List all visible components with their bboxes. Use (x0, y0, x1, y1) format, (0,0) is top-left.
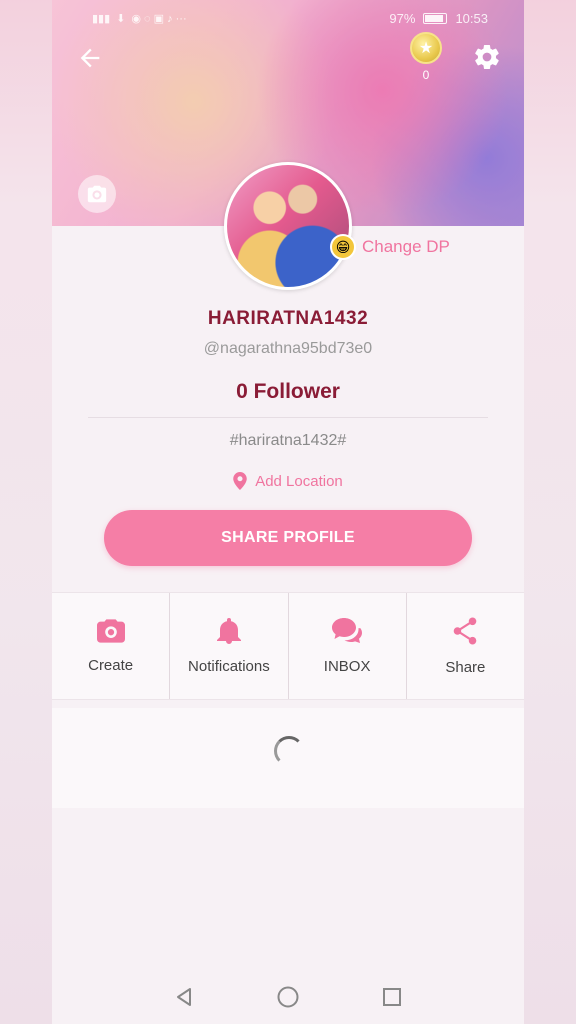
nav-back-icon[interactable] (173, 986, 195, 1008)
smiley-icon: 😁 (330, 234, 356, 260)
back-arrow-icon[interactable] (74, 44, 106, 76)
bell-icon (216, 617, 241, 644)
user-handle: @nagarathna95bd73e0 (203, 340, 373, 357)
inbox-button[interactable]: INBOX (289, 593, 407, 699)
change-dp-label: Change DP (362, 237, 450, 256)
create-button[interactable]: Create (52, 593, 171, 699)
notifications-label: Notifications (188, 657, 270, 675)
nav-home-icon[interactable] (276, 985, 300, 1009)
nav-recents-icon[interactable] (381, 986, 403, 1008)
location-pin-icon (233, 472, 247, 490)
avatar[interactable] (224, 162, 352, 290)
system-navigation-bar (52, 970, 524, 1024)
background-right-blur (524, 0, 576, 1024)
share-profile-button[interactable]: SHARE PROFILE (104, 510, 472, 566)
camera-icon (96, 618, 125, 643)
share-label: Share (445, 658, 486, 676)
status-bar: ▮▮▮ ⬇ ◉ ◌ ▣ ♪ ··· 97% 10:53 (92, 8, 488, 28)
inbox-label: INBOX (323, 657, 371, 675)
back-arrow-svg (80, 48, 100, 68)
share-icon (454, 617, 477, 644)
change-dp-button[interactable]: 😁 Change DP (330, 232, 450, 262)
gear-icon[interactable] (472, 42, 504, 74)
status-icons: ▮▮▮ ⬇ ◉ ◌ ▣ ♪ ··· (92, 12, 187, 25)
gear-svg (475, 44, 499, 70)
add-location-label: Add Location (255, 472, 343, 490)
signal-icon: ▮▮▮ (92, 12, 111, 25)
download-icon: ⬇ (116, 12, 126, 25)
display-name: HARIRATNA1432 (207, 308, 369, 329)
follower-count[interactable]: 0 Follower (52, 380, 524, 404)
action-bar: Create Notifications INBOX Share (52, 592, 524, 700)
camera-svg (87, 185, 107, 203)
background-left-blur (0, 0, 52, 1024)
add-location-link[interactable]: Add Location (52, 472, 524, 490)
profile-screen: ▮▮▮ ⬇ ◉ ◌ ▣ ♪ ··· 97% 10:53 ★ 0 😁 Change… (52, 0, 524, 1024)
notifications-button[interactable]: Notifications (170, 593, 289, 699)
profile-hashtag: #hariratna1432# (229, 432, 347, 449)
battery-icon (423, 12, 448, 24)
share-button[interactable]: Share (407, 593, 524, 699)
change-cover-camera-icon[interactable] (78, 175, 116, 213)
notification-icons: ◉ ◌ ▣ ♪ ··· (131, 12, 187, 25)
divider (88, 417, 488, 418)
coin-count: 0 (422, 68, 430, 82)
battery-percent: 97% (389, 10, 416, 26)
chat-bubbles-icon (332, 617, 363, 643)
clock: 10:53 (455, 10, 488, 26)
coin-icon[interactable]: ★ (410, 32, 442, 64)
loading-spinner-icon (274, 736, 304, 766)
create-label: Create (88, 656, 134, 674)
content-loader (52, 708, 524, 808)
